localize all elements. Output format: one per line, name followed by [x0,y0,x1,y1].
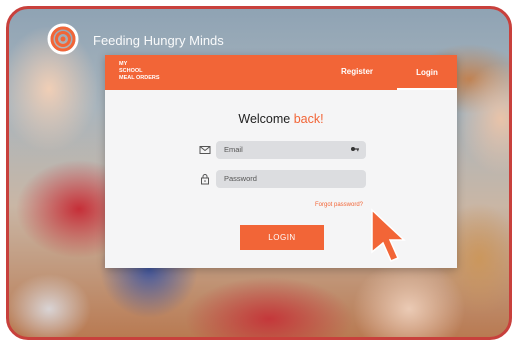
active-tab-underline [397,88,457,90]
panel-header: MY SCHOOL MEAL ORDERS Register Login [105,55,457,90]
welcome-heading: Welcome back! [105,112,457,126]
app-logo-text: MY SCHOOL MEAL ORDERS [119,61,160,82]
password-field[interactable]: Password [216,170,366,188]
app-logo-line3: MEAL ORDERS [119,75,160,81]
password-placeholder: Password [224,174,257,183]
email-field[interactable]: Email [216,141,366,159]
login-button[interactable]: LOGIN [240,225,324,250]
app-logo-line2: SCHOOL [119,68,143,74]
welcome-accent: back! [293,112,324,126]
envelope-icon [199,146,211,154]
brand-logo-icon [47,23,79,55]
nav-register-link[interactable]: Register [341,67,373,76]
pointer-arrow-icon [371,208,406,262]
nav-login-label: Login [416,68,438,77]
welcome-word: Welcome [238,112,291,126]
app-logo-line1: MY [119,61,128,67]
lock-icon [201,174,209,185]
brand-name: Feeding Hungry Minds [93,33,224,48]
email-placeholder: Email [224,145,243,154]
forgot-password-link[interactable]: Forgot password? [315,202,363,208]
key-icon[interactable] [350,145,360,155]
nav-login-tab[interactable]: Login [397,55,457,90]
